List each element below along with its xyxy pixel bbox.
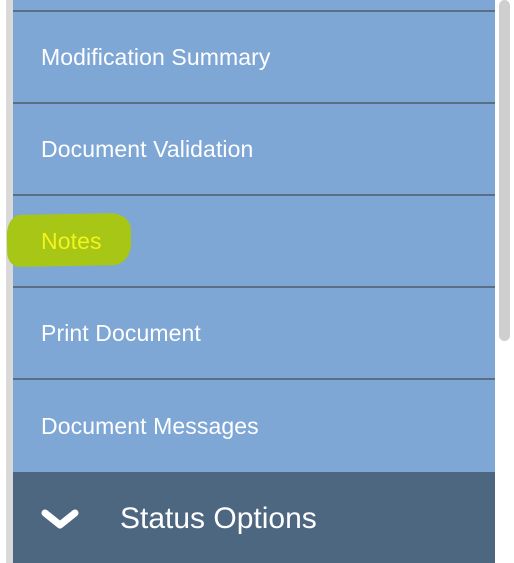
menu-top-edge <box>13 0 495 12</box>
screenshot-frame: Modification Summary Document Validation… <box>0 0 514 563</box>
menu-item-document-messages[interactable]: Document Messages <box>13 380 495 472</box>
menu-item-label: Notes <box>41 227 102 254</box>
menu-item-notes[interactable]: Notes <box>6 196 495 288</box>
menu-item-label: Document Validation <box>41 135 254 162</box>
menu-item-modification-summary[interactable]: Modification Summary <box>13 12 495 104</box>
chevron-down-icon <box>41 509 79 529</box>
menu-item-label: Print Document <box>41 319 201 346</box>
menu-item-print-document[interactable]: Print Document <box>13 288 495 380</box>
menu-item-label: Document Messages <box>41 412 259 439</box>
side-menu-panel: Modification Summary Document Validation… <box>6 0 495 563</box>
scrollbar-thumb[interactable] <box>499 0 510 341</box>
status-options-toggle[interactable]: Status Options <box>13 472 495 563</box>
menu-item-label: Modification Summary <box>41 43 271 70</box>
status-options-label: Status Options <box>120 502 317 535</box>
menu-item-document-validation[interactable]: Document Validation <box>13 104 495 196</box>
